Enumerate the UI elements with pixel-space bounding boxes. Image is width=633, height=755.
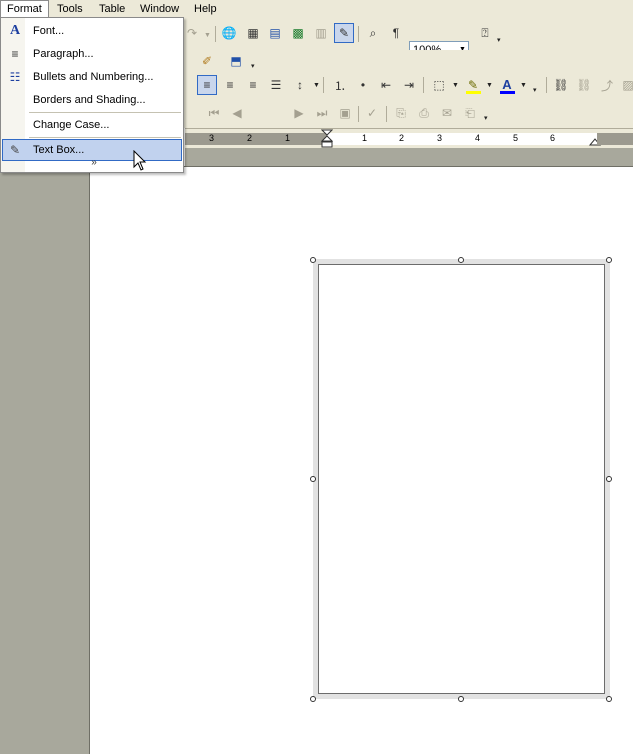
resize-handle[interactable] <box>458 257 464 263</box>
left-margin-area <box>0 148 90 754</box>
link-icon[interactable]: ⛓ <box>551 75 571 95</box>
format-menu: A Font... ≡ Paragraph... ☷ Bullets and N… <box>0 17 184 173</box>
font-color-swatch <box>500 91 515 94</box>
drawing-toggle-icon[interactable]: ✎ <box>334 23 354 43</box>
columns-icon[interactable]: ▥ <box>311 23 331 43</box>
font-color-dropdown-icon[interactable]: ▼ <box>520 82 527 89</box>
menu-separator <box>29 137 181 138</box>
styles-and-formatting-icon[interactable]: ✐ <box>197 51 217 71</box>
menu-item-paragraph[interactable]: ≡ Paragraph... <box>2 43 182 65</box>
border-dropdown-icon[interactable]: ▼ <box>452 82 459 89</box>
ruler-right-margin <box>597 133 633 145</box>
first-record-icon[interactable]: ⏮ <box>204 103 224 123</box>
ruler-label: 1 <box>362 133 368 143</box>
toolbar-separator <box>358 106 359 122</box>
help-icon[interactable]: ⍰ <box>475 23 495 43</box>
toolbar-separator <box>546 77 547 93</box>
numbering-icon[interactable]: ⒈ <box>330 75 350 95</box>
previous-record-icon[interactable]: ◀ <box>227 103 247 123</box>
document-map-icon[interactable]: ⌕ <box>363 23 383 43</box>
line-spacing-dropdown-icon[interactable]: ▼ <box>313 82 320 89</box>
indent-marker-icon[interactable] <box>321 129 333 149</box>
justify-icon[interactable]: ☰ <box>266 75 286 95</box>
text-box[interactable] <box>318 264 605 694</box>
resize-handle[interactable] <box>310 257 316 263</box>
increase-indent-icon[interactable]: ⇥ <box>399 75 419 95</box>
menu-help[interactable]: Help <box>194 2 217 16</box>
show-hide-formatting-icon[interactable]: ¶ <box>386 23 406 43</box>
reveal-formatting-icon[interactable]: ⬒ <box>226 51 246 71</box>
mouse-pointer-icon <box>133 150 147 171</box>
paragraph-icon: ≡ <box>11 47 19 61</box>
check-errors-icon[interactable]: ✓ <box>362 103 382 123</box>
insert-excel-icon[interactable]: ▩ <box>288 23 308 43</box>
tables-and-borders-icon[interactable]: ▦ <box>243 23 263 43</box>
menu-bar: Format Tools Table Window Help <box>0 0 633 18</box>
ruler-label: 5 <box>513 133 519 143</box>
ruler-label: 3 <box>437 133 443 143</box>
align-left-icon[interactable]: ≡ <box>197 75 217 95</box>
ruler-label: 3 <box>209 133 215 143</box>
ruler-margin <box>185 133 327 145</box>
resize-handle[interactable] <box>606 696 612 702</box>
find-entry-icon[interactable]: ▣ <box>335 103 355 123</box>
merge-printer-icon[interactable]: ⎙ <box>414 103 434 123</box>
toolbar-separator <box>386 106 387 122</box>
page-top-gap <box>185 148 633 166</box>
ruler-label: 2 <box>247 133 253 143</box>
merge-fax-icon[interactable]: ⎗ <box>460 103 480 123</box>
toolbar-separator <box>323 77 324 93</box>
align-center-icon[interactable]: ≡ <box>220 75 240 95</box>
menu-item-font[interactable]: A Font... <box>2 20 182 42</box>
edit-text-icon[interactable]: ▨ <box>618 75 633 95</box>
toolbar-options-icon[interactable]: ▾ <box>251 62 255 70</box>
font-icon: A <box>9 23 21 38</box>
chevron-double-down-icon[interactable]: » <box>87 158 101 170</box>
resize-handle[interactable] <box>310 696 316 702</box>
redo-dropdown-icon[interactable]: ▼ <box>204 32 211 39</box>
menu-item-change-case[interactable]: Change Case... <box>2 114 182 136</box>
toolbar-separator <box>423 77 424 93</box>
resize-handle[interactable] <box>606 476 612 482</box>
menu-item-bullets-numbering[interactable]: ☷ Bullets and Numbering... <box>2 66 182 88</box>
merge-email-icon[interactable]: ✉ <box>437 103 457 123</box>
toolbar-options-icon[interactable]: ▾ <box>497 36 501 44</box>
ruler-label: 1 <box>285 133 291 143</box>
merge-new-document-icon[interactable]: ⎘ <box>391 103 411 123</box>
menu-separator <box>29 112 181 113</box>
insert-table-icon[interactable]: ▤ <box>265 23 285 43</box>
toolbar-options-icon[interactable]: ▾ <box>533 86 537 94</box>
resize-handle[interactable] <box>606 257 612 263</box>
menu-item-borders-shading[interactable]: Borders and Shading... <box>2 89 182 111</box>
redo-icon[interactable]: ↷ <box>182 23 202 43</box>
toolbar-separator <box>358 26 359 42</box>
border-icon[interactable]: ⬚ <box>429 75 449 95</box>
toolbar-separator <box>215 26 216 42</box>
next-record-icon[interactable]: ▶ <box>289 103 309 123</box>
horizontal-ruler[interactable]: 3 2 1 1 2 3 4 5 6 8 <box>185 128 633 149</box>
break-link-icon[interactable]: ⛓ <box>574 75 594 95</box>
menu-table[interactable]: Table <box>99 2 125 16</box>
insert-hyperlink-icon[interactable]: 🌐 <box>219 23 239 43</box>
highlight-color-swatch <box>466 91 481 94</box>
highlight-dropdown-icon[interactable]: ▼ <box>486 82 493 89</box>
ruler-label: 4 <box>475 133 481 143</box>
resize-handle[interactable] <box>310 476 316 482</box>
resize-handle[interactable] <box>458 696 464 702</box>
toolbar-options-icon[interactable]: ▾ <box>484 114 488 122</box>
ruler-label: 2 <box>399 133 405 143</box>
text-box-icon: ✎ <box>9 143 21 157</box>
align-right-icon[interactable]: ≡ <box>243 75 263 95</box>
bullets-icon[interactable]: • <box>353 75 373 95</box>
decrease-indent-icon[interactable]: ⇤ <box>376 75 396 95</box>
ruler-label: 6 <box>550 133 556 143</box>
menu-format[interactable]: Format <box>0 0 49 18</box>
last-record-icon[interactable]: ⏭ <box>312 103 332 123</box>
line-spacing-icon[interactable]: ↕ <box>290 75 310 95</box>
menu-window[interactable]: Window <box>140 2 179 16</box>
bullets-icon: ☷ <box>9 70 21 84</box>
menu-tools[interactable]: Tools <box>57 2 83 16</box>
text-direction-icon[interactable]: ⤴ <box>597 75 617 95</box>
